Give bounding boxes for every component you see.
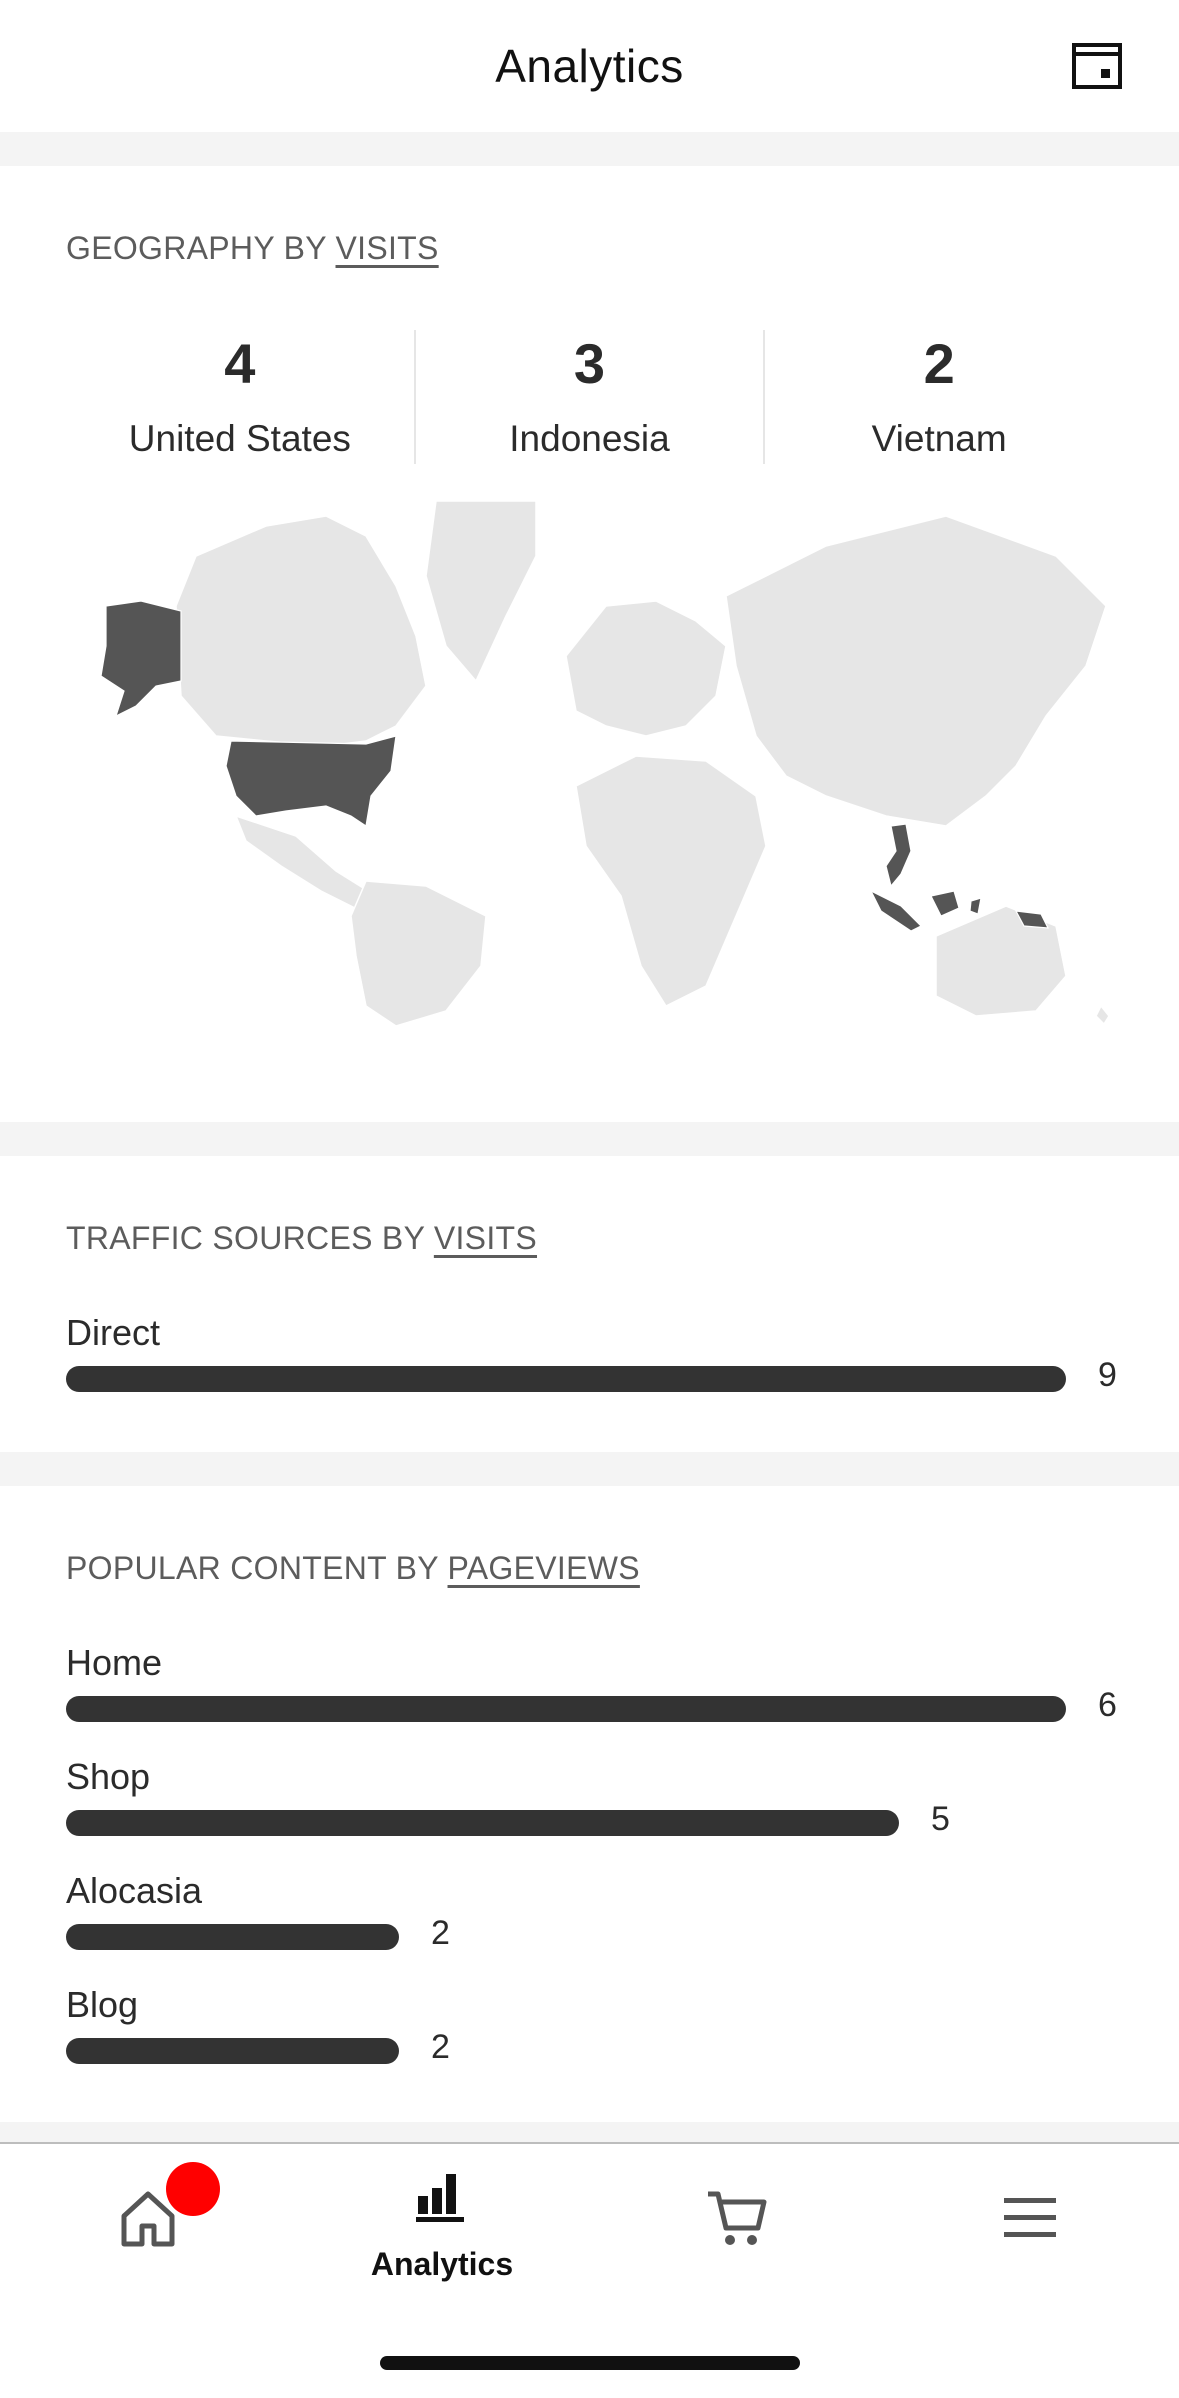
- world-map: [100, 500, 1110, 1026]
- map-region-indonesia-sumatra: [869, 889, 923, 932]
- content-value: 2: [431, 2028, 450, 2066]
- content-value: 5: [931, 1800, 950, 1838]
- country-visits: 3: [573, 332, 606, 395]
- map-region-indonesia-sulawesi: [969, 897, 982, 915]
- content-bar: [66, 1810, 899, 1836]
- content-row: Alocasia 2: [66, 1870, 1126, 1960]
- menu-icon: [1004, 2198, 1056, 2237]
- traffic-heading: TRAFFIC SOURCES BY VISITS: [66, 1220, 537, 1257]
- content-metric-link[interactable]: PAGEVIEWS: [448, 1550, 640, 1586]
- map-region-europe: [565, 600, 727, 737]
- tab-analytics[interactable]: Analytics: [362, 2144, 522, 2294]
- map-region-united-states: [225, 735, 397, 828]
- browser-window-icon[interactable]: [1071, 40, 1123, 92]
- content-value: 6: [1098, 1686, 1117, 1724]
- analytics-icon: [416, 2174, 464, 2222]
- home-indicator: [380, 2356, 800, 2370]
- country-name: Indonesia: [509, 418, 670, 459]
- content-heading: POPULAR CONTENT BY PAGEVIEWS: [66, 1550, 640, 1587]
- traffic-source-bar: [66, 1366, 1066, 1392]
- content-label: Home: [66, 1642, 163, 1683]
- cart-icon: [708, 2191, 767, 2245]
- content-heading-prefix: POPULAR CONTENT BY: [66, 1550, 439, 1586]
- tab-home[interactable]: [68, 2144, 228, 2294]
- geography-card: GEOGRAPHY BY VISITS 4 United States 3 In…: [0, 166, 1179, 1122]
- country-stat: 3 Indonesia: [416, 330, 766, 464]
- geography-metric-link[interactable]: VISITS: [336, 230, 439, 266]
- map-region-alaska: [100, 600, 182, 718]
- country-visits: 2: [923, 332, 955, 395]
- country-name: Vietnam: [871, 418, 1007, 459]
- map-region-south-america: [350, 880, 487, 1026]
- content-label: Shop: [66, 1756, 151, 1797]
- map-region-central-america: [234, 814, 378, 912]
- page-title: Analytics: [495, 40, 684, 92]
- top-bar: Analytics: [0, 0, 1179, 132]
- content-value: 2: [431, 1914, 450, 1952]
- tab-cart[interactable]: [656, 2144, 816, 2294]
- popular-content-card: POPULAR CONTENT BY PAGEVIEWS Home 6 Shop…: [0, 1486, 1179, 2122]
- country-stat: 4 United States: [66, 330, 416, 464]
- traffic-metric-link[interactable]: VISITS: [434, 1220, 537, 1256]
- content-bar-track: [66, 1696, 1066, 1722]
- traffic-sources-card: TRAFFIC SOURCES BY VISITS Direct 9: [0, 1156, 1179, 1452]
- traffic-source-bar-track: [66, 1366, 1066, 1392]
- country-stat: 2 Vietnam: [765, 330, 1113, 464]
- geography-heading-prefix: GEOGRAPHY BY: [66, 230, 327, 266]
- map-region-asia: [725, 515, 1107, 827]
- top-countries: 4 United States 3 Indonesia 2 Vietnam: [66, 330, 1113, 464]
- content-row: Blog 2: [66, 1984, 1126, 2074]
- geography-heading: GEOGRAPHY BY VISITS: [66, 230, 439, 267]
- content-bar-track: [66, 1924, 1066, 1950]
- traffic-source-value: 9: [1098, 1356, 1117, 1394]
- country-visits: 4: [224, 332, 256, 395]
- content-bar-track: [66, 1810, 1066, 1836]
- map-region-indonesia-borneo: [930, 890, 960, 917]
- map-region-greenland: [425, 500, 537, 683]
- content-label: Alocasia: [66, 1870, 203, 1911]
- country-name: United States: [128, 418, 351, 459]
- notification-badge: [166, 2162, 220, 2216]
- tab-analytics-label: Analytics: [370, 2246, 514, 2282]
- map-region-vietnam: [885, 823, 912, 888]
- map-region-canada: [175, 515, 427, 747]
- tab-menu[interactable]: [952, 2144, 1112, 2294]
- traffic-heading-prefix: TRAFFIC SOURCES BY: [66, 1220, 425, 1256]
- traffic-source-label: Direct: [66, 1312, 161, 1353]
- traffic-source-row: Direct 9: [66, 1312, 1126, 1402]
- content-bar: [66, 1696, 1066, 1722]
- map-region-africa: [575, 755, 767, 1007]
- content-label: Blog: [66, 1984, 139, 2025]
- content-bar: [66, 1924, 399, 1950]
- map-region-australia: [935, 905, 1067, 1017]
- map-region-new-zealand: [1095, 1004, 1110, 1026]
- content-row: Home 6: [66, 1642, 1126, 1732]
- content-bar: [66, 2038, 399, 2064]
- content-row: Shop 5: [66, 1756, 1126, 1846]
- content-bar-track: [66, 2038, 1066, 2064]
